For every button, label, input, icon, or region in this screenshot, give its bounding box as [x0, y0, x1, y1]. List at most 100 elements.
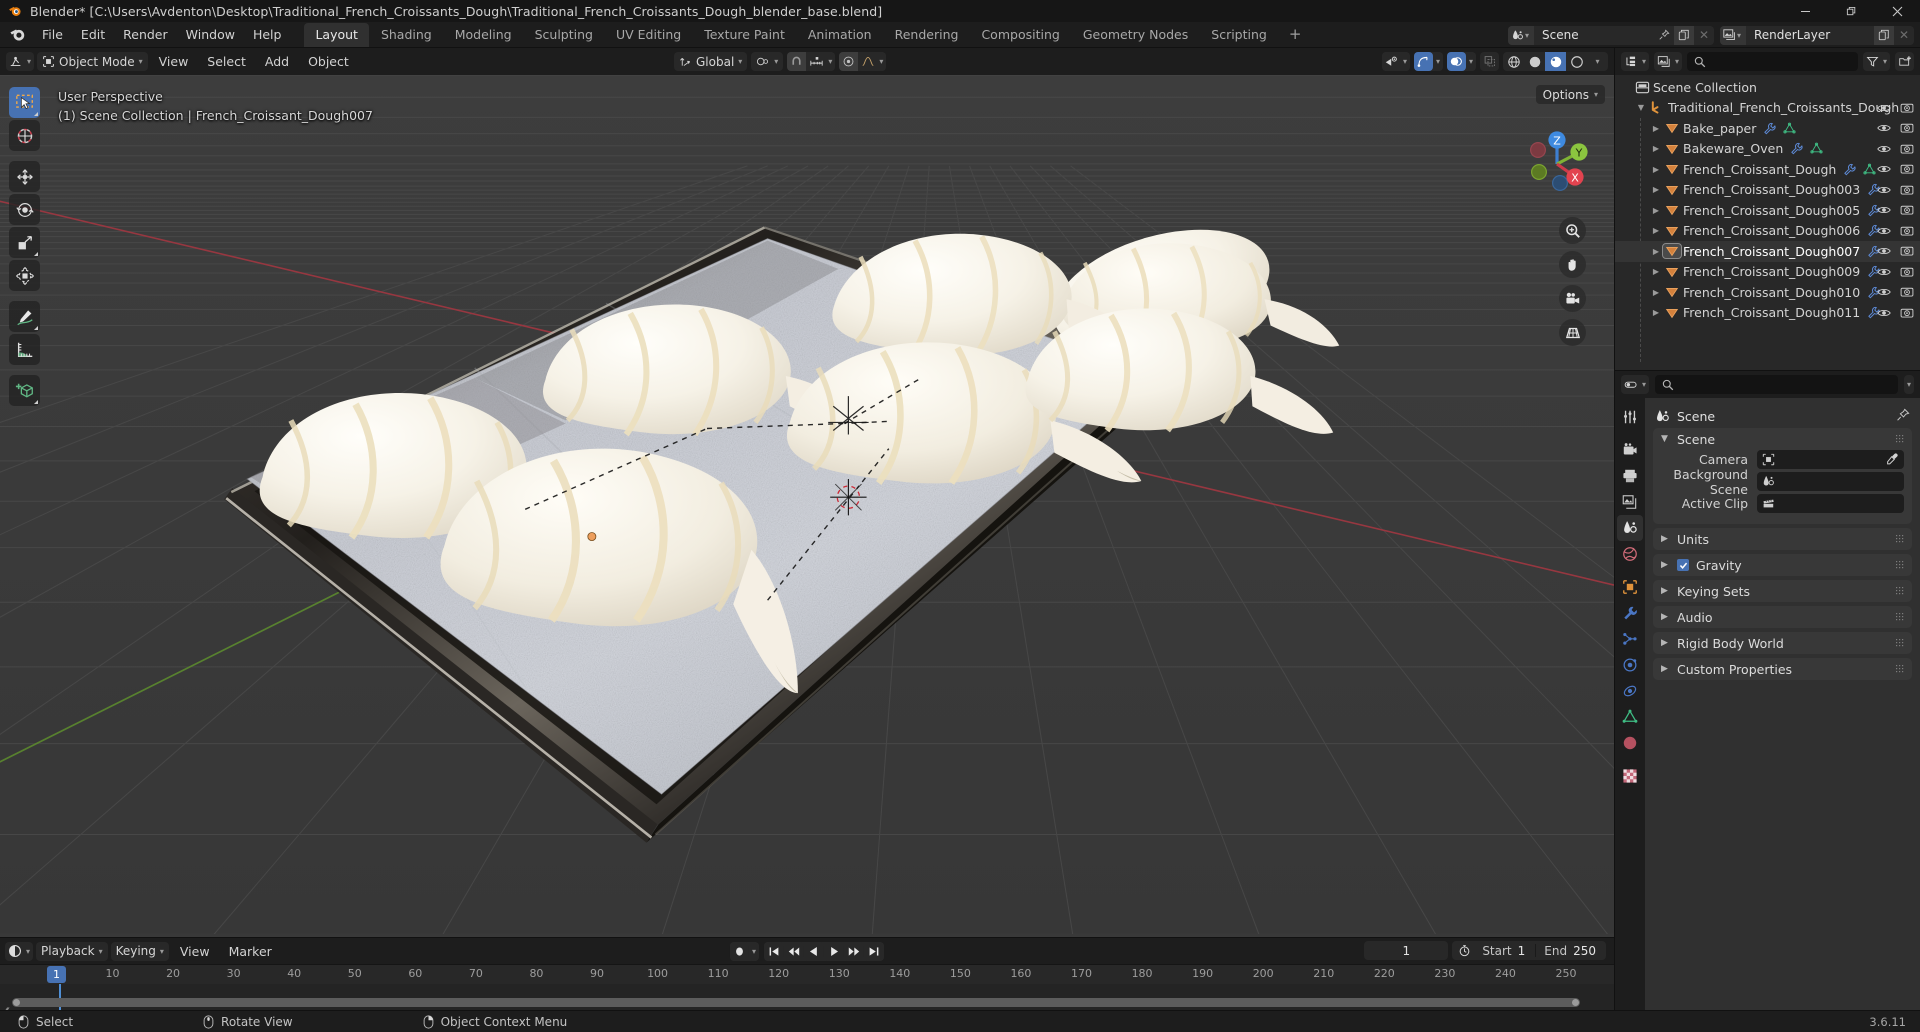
tab-constraints[interactable]: [1617, 678, 1643, 704]
hide-in-viewport-icon[interactable]: [1877, 245, 1891, 257]
mesh-data-icon[interactable]: [1863, 163, 1876, 176]
panel-gravity-header[interactable]: ▶ Gravity: [1653, 554, 1912, 576]
disable-in-renders-icon[interactable]: [1900, 163, 1914, 175]
jump-to-end-button[interactable]: [864, 941, 885, 961]
snap-to-selector[interactable]: ▾: [806, 52, 836, 71]
rendered-shading-button[interactable]: [1566, 52, 1587, 71]
field-camera[interactable]: [1757, 450, 1904, 469]
modifier-icon[interactable]: [1763, 122, 1776, 135]
menu-edit[interactable]: Edit: [72, 25, 114, 44]
disable-in-renders-icon[interactable]: [1900, 286, 1914, 298]
workspace-tab-geometry-nodes[interactable]: Geometry Nodes: [1072, 23, 1199, 47]
tab-physics[interactable]: [1617, 652, 1643, 678]
outliner-row[interactable]: ▶ French_Croissant_Dough006: [1615, 221, 1920, 242]
auto-keying-toggle[interactable]: [729, 941, 749, 961]
transform-orientation-selector[interactable]: Global ▾: [674, 52, 748, 71]
outliner-row[interactable]: Scene Collection: [1615, 77, 1920, 98]
maximize-restore-button[interactable]: [1828, 0, 1874, 22]
disable-in-renders-icon[interactable]: [1900, 307, 1914, 319]
eyedropper-icon[interactable]: [1886, 452, 1899, 466]
view-layer-name[interactable]: RenderLayer: [1746, 25, 1874, 45]
workspace-tab-shading[interactable]: Shading: [370, 23, 443, 47]
new-view-layer-button[interactable]: [1874, 25, 1894, 45]
hide-in-viewport-icon[interactable]: [1877, 184, 1891, 196]
outliner-editor-type-selector[interactable]: ▾: [1621, 52, 1650, 71]
outliner-row[interactable]: ▶ French_Croissant_Dough011: [1615, 303, 1920, 324]
disable-in-renders-icon[interactable]: [1900, 122, 1914, 134]
outliner-row[interactable]: ▼ Traditional_French_Croissants_Dough: [1615, 98, 1920, 119]
outliner-row[interactable]: ▶ French_Croissant_Dough009: [1615, 262, 1920, 283]
workspace-tab-rendering[interactable]: Rendering: [884, 23, 970, 47]
disable-in-renders-icon[interactable]: [1900, 225, 1914, 237]
tool-cursor[interactable]: [9, 120, 40, 151]
menu-help[interactable]: Help: [244, 25, 291, 44]
blender-menu-icon[interactable]: [9, 26, 26, 43]
disclosure-closed-icon[interactable]: ▶: [1649, 144, 1663, 153]
timeline-horizontal-scrollbar[interactable]: [12, 998, 1580, 1007]
tab-scene[interactable]: [1617, 515, 1643, 541]
camera-view-icon[interactable]: [1559, 285, 1586, 312]
disable-in-renders-icon[interactable]: [1900, 245, 1914, 257]
disable-in-renders-icon[interactable]: [1900, 184, 1914, 196]
hide-in-viewport-icon[interactable]: [1877, 266, 1891, 278]
menu-file[interactable]: File: [33, 25, 72, 44]
view-layer-selector[interactable]: ▾ RenderLayer ✕: [1720, 25, 1914, 45]
pin-scene-icon[interactable]: [1654, 25, 1674, 45]
panel-rigid-body-world-header[interactable]: ▶ Rigid Body World: [1653, 632, 1912, 654]
disclosure-closed-icon[interactable]: ▶: [1649, 247, 1663, 256]
outliner-row[interactable]: ▶ French_Croissant_Dough010: [1615, 282, 1920, 303]
viewport-menu-select[interactable]: Select: [199, 52, 254, 71]
workspace-tab-scripting[interactable]: Scripting: [1200, 23, 1278, 47]
gravity-checkbox[interactable]: [1677, 559, 1689, 571]
properties-search-input[interactable]: [1655, 375, 1898, 394]
panel-custom-properties-header[interactable]: ▶ Custom Properties: [1653, 658, 1912, 680]
pivot-point-selector[interactable]: ▾: [751, 52, 784, 71]
disclosure-closed-icon[interactable]: ▶: [1649, 226, 1663, 235]
jump-to-start-button[interactable]: [764, 941, 785, 961]
shading-options-dropdown[interactable]: ▾: [1587, 52, 1608, 71]
workspace-tab-sculpting[interactable]: Sculpting: [524, 23, 604, 47]
outliner-row[interactable]: ▶ French_Croissant_Dough003: [1615, 180, 1920, 201]
tab-tool[interactable]: [1617, 404, 1643, 430]
close-button[interactable]: [1874, 0, 1920, 22]
outliner-tree[interactable]: Scene Collection ▼ Traditional_French_Croi…: [1615, 75, 1920, 370]
workspace-tab-compositing[interactable]: Compositing: [970, 23, 1070, 47]
hide-in-viewport-icon[interactable]: [1877, 122, 1891, 134]
new-scene-button[interactable]: [1674, 25, 1694, 45]
keying-options-dropdown[interactable]: ▾: [748, 941, 760, 961]
outliner-row[interactable]: ▶ French_Croissant_Dough005: [1615, 200, 1920, 221]
field-active-clip[interactable]: [1757, 494, 1904, 513]
editor-type-selector[interactable]: ▾: [6, 52, 35, 71]
tool-annotate[interactable]: [9, 301, 40, 332]
viewport-menu-view[interactable]: View: [151, 52, 197, 71]
tab-texture[interactable]: [1617, 763, 1643, 789]
hide-in-viewport-icon[interactable]: [1877, 163, 1891, 175]
hide-in-viewport-icon[interactable]: [1877, 286, 1891, 298]
material-preview-shading-button[interactable]: [1545, 52, 1566, 71]
hide-in-viewport-icon[interactable]: [1877, 143, 1891, 155]
tab-particles[interactable]: [1617, 626, 1643, 652]
menu-render[interactable]: Render: [114, 25, 177, 44]
timeline-menu-marker[interactable]: Marker: [221, 942, 280, 961]
panel-units-header[interactable]: ▶ Units: [1653, 528, 1912, 550]
tab-output[interactable]: [1617, 463, 1643, 489]
use-preview-range-icon[interactable]: [1452, 944, 1474, 957]
disclosure-closed-icon[interactable]: ▶: [1649, 267, 1663, 276]
hide-in-viewport-icon[interactable]: [1877, 102, 1891, 114]
disable-in-renders-icon[interactable]: [1900, 143, 1914, 155]
hide-in-viewport-icon[interactable]: [1877, 204, 1891, 216]
mesh-data-icon[interactable]: [1783, 122, 1796, 135]
workspace-tab-modeling[interactable]: Modeling: [444, 23, 523, 47]
disclosure-closed-icon[interactable]: ▶: [1649, 124, 1663, 133]
outliner-row[interactable]: ▶ French_Croissant_Dough007: [1615, 241, 1920, 262]
timeline-menu-view[interactable]: View: [172, 942, 218, 961]
overlay-options-dropdown[interactable]: ▾: [1465, 52, 1476, 71]
timeline-track-area[interactable]: ❮: [0, 984, 1614, 1019]
navigation-gizmo[interactable]: Z Y X: [1516, 123, 1598, 205]
disclosure-closed-icon[interactable]: ▶: [1649, 165, 1663, 174]
properties-options-dropdown[interactable]: ▾: [1903, 375, 1914, 394]
outliner-row[interactable]: ▶ French_Croissant_Dough: [1615, 159, 1920, 180]
tab-material[interactable]: [1617, 730, 1643, 756]
viewport-menu-object[interactable]: Object: [300, 52, 357, 71]
workspace-tab-uv-editing[interactable]: UV Editing: [605, 23, 692, 47]
